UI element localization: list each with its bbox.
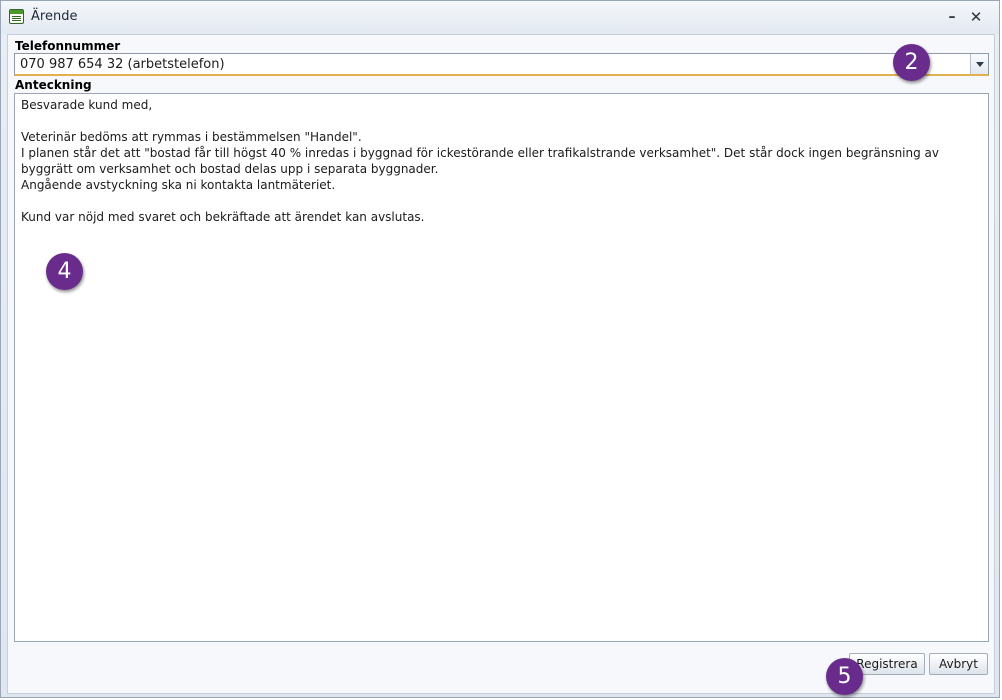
title-bar[interactable]: Ärende – ✕	[1, 1, 999, 34]
note-line: Kund var nöjd med svaret och bekräftade …	[21, 210, 425, 224]
note-label: Anteckning	[15, 78, 92, 92]
document-list-icon	[9, 9, 24, 24]
note-line	[21, 113, 982, 129]
note-line	[21, 193, 982, 209]
phone-dropdown-button[interactable]	[970, 54, 988, 74]
note-textarea[interactable]: Besvarade kund med, Veterinär bedöms att …	[14, 93, 989, 642]
window-title: Ärende	[31, 9, 78, 24]
callout-badge-4: 4	[46, 253, 83, 290]
phone-label: Telefonnummer	[15, 39, 121, 53]
close-button[interactable]: ✕	[967, 8, 985, 26]
case-window: Ärende – ✕ Telefonnummer 070 987 654 32 …	[0, 0, 1000, 698]
note-line: Veterinär bedöms att rymmas i bestämmels…	[21, 130, 362, 144]
note-line: I planen står det att "bostad får till h…	[21, 146, 940, 176]
callout-badge-2: 2	[893, 44, 930, 81]
phone-value: 070 987 654 32 (arbetstelefon)	[20, 57, 225, 72]
cancel-button[interactable]: Avbryt	[929, 653, 988, 675]
note-line: Besvarade kund med,	[21, 98, 153, 112]
note-line: Angående avstyckning ska ni kontakta lan…	[21, 178, 336, 192]
minimize-button[interactable]: –	[943, 8, 961, 26]
form-panel: Telefonnummer 070 987 654 32 (arbetstele…	[7, 34, 995, 694]
callout-badge-5: 5	[826, 658, 863, 695]
chevron-down-icon	[976, 62, 984, 67]
phone-select[interactable]: 070 987 654 32 (arbetstelefon)	[14, 53, 989, 76]
